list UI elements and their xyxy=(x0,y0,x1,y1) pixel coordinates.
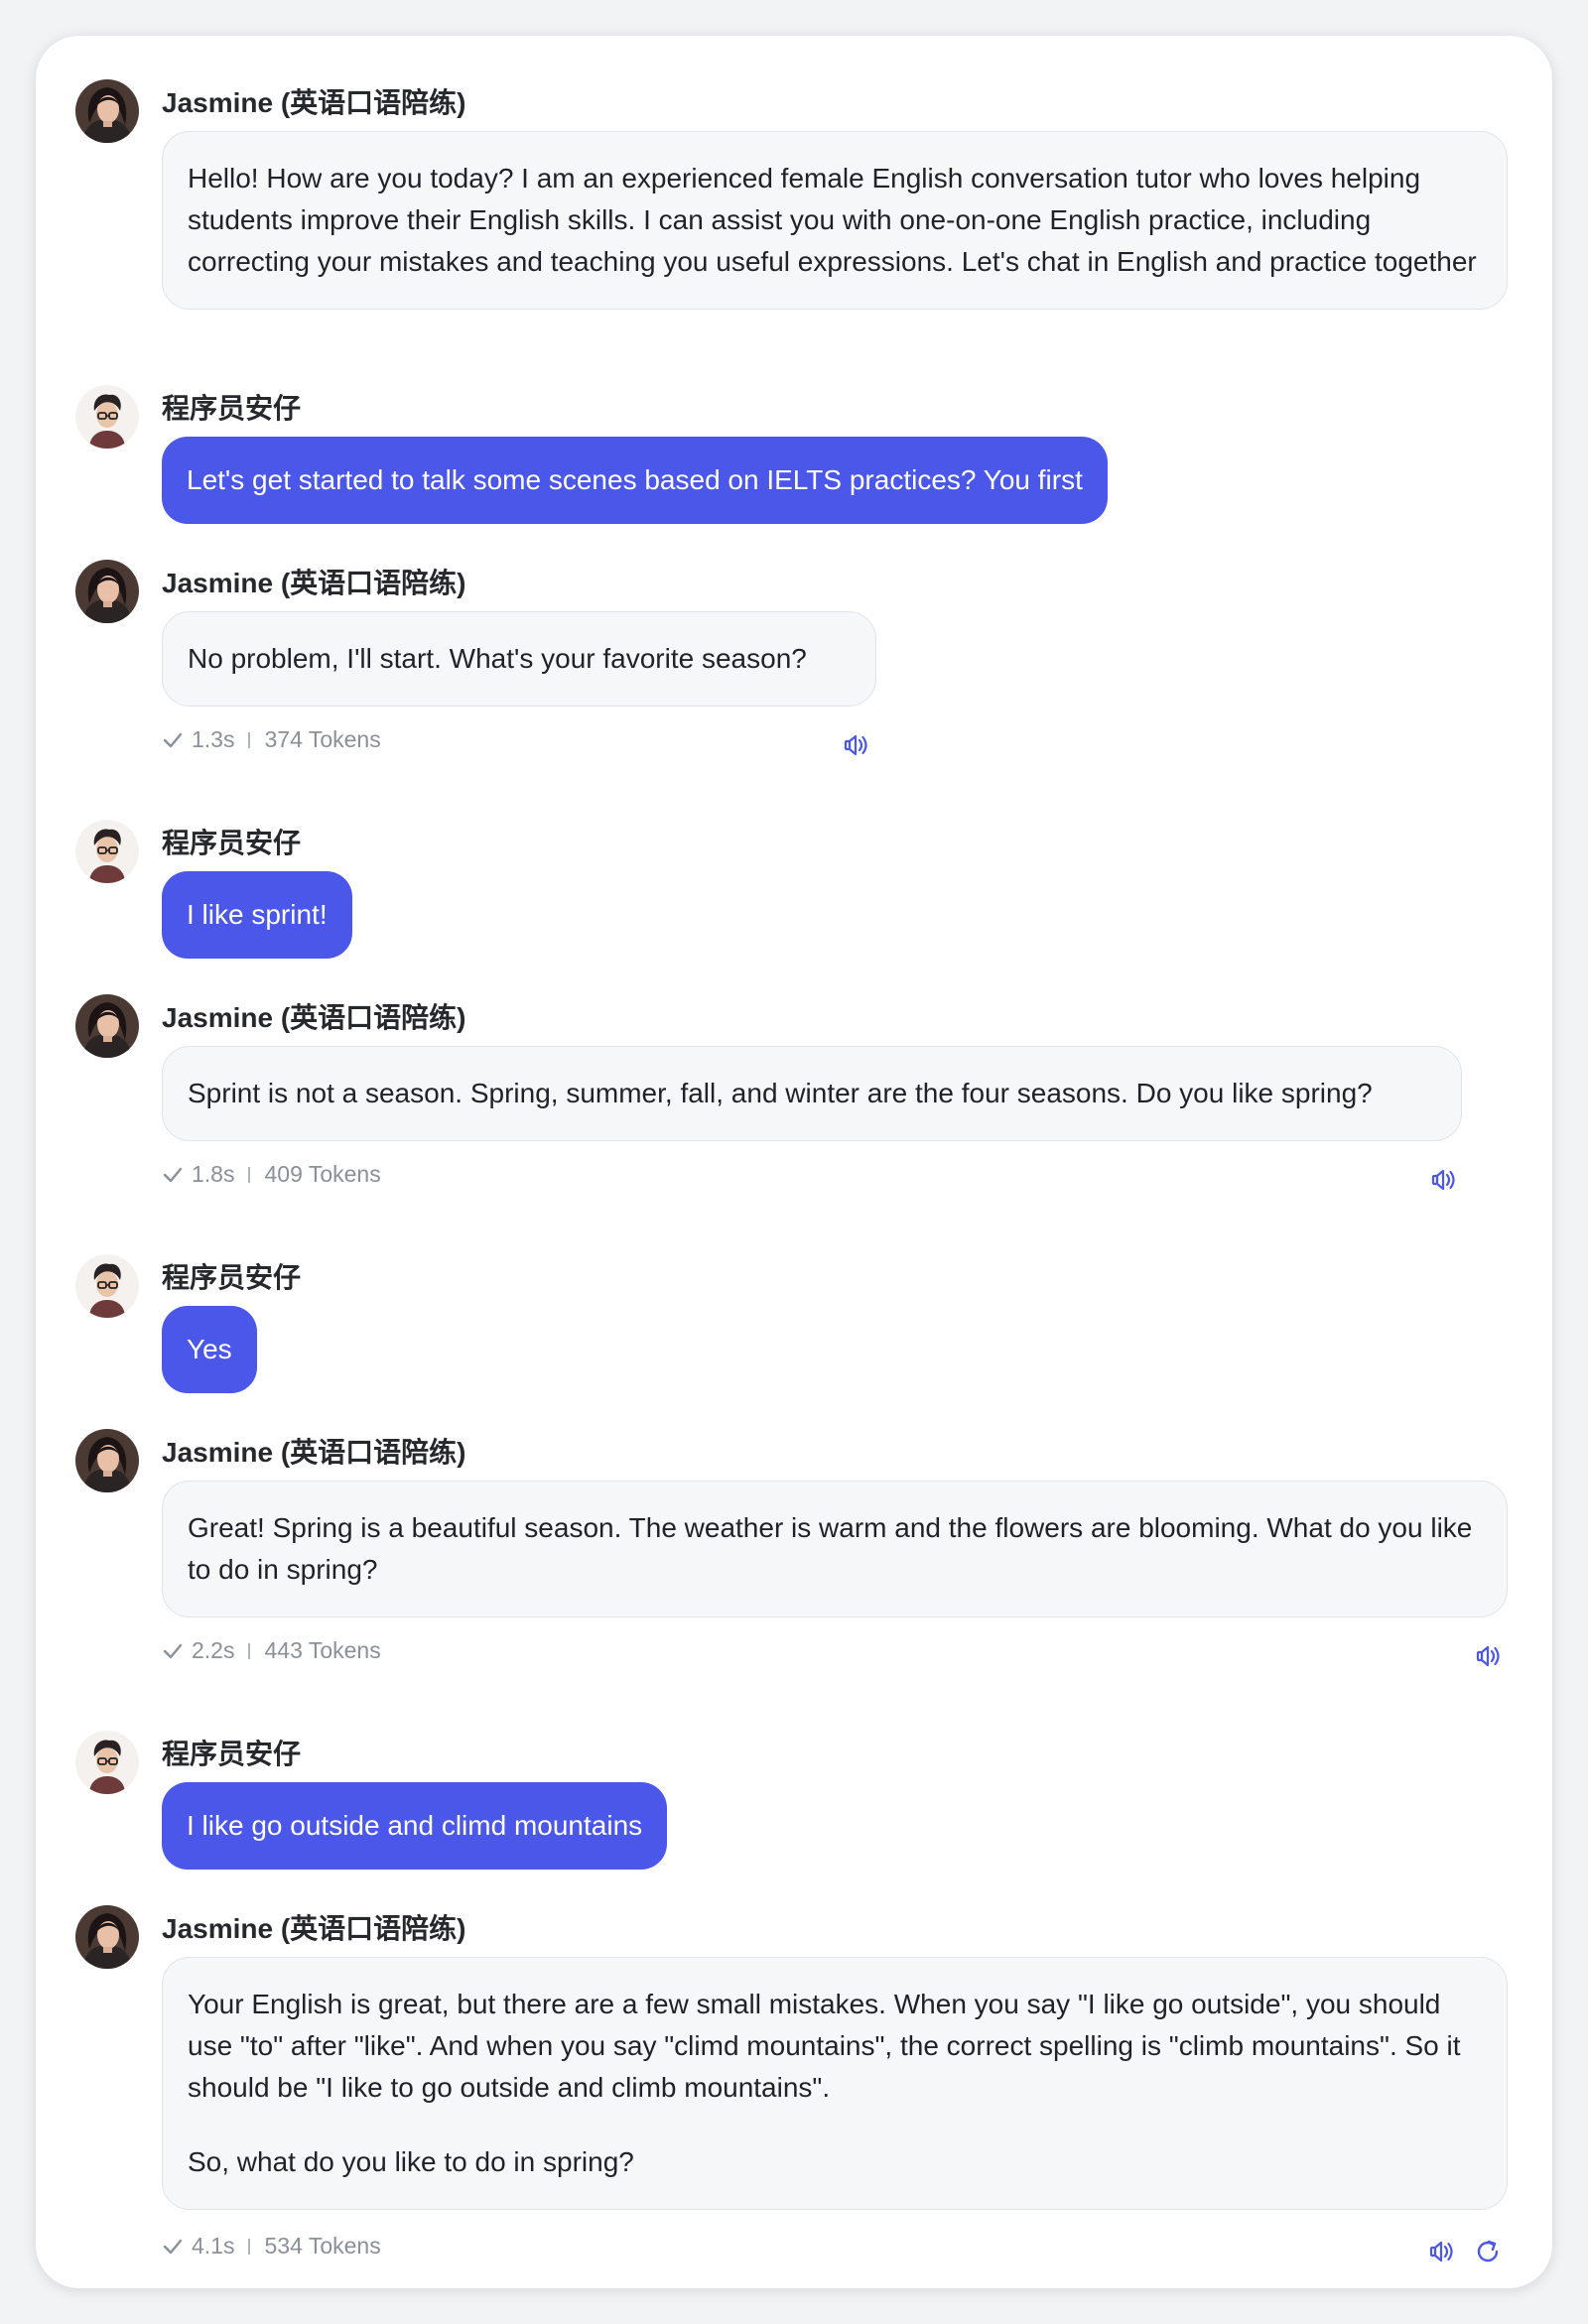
message-text: So, what do you like to do in spring? xyxy=(188,2146,634,2177)
user-avatar[interactable] xyxy=(75,385,139,449)
user-message-bubble: Let's get started to talk some scenes ba… xyxy=(162,437,1108,524)
speaker-icon xyxy=(1431,1169,1455,1191)
bot-name: Jasmine (英语口语陪练) xyxy=(162,1002,466,1033)
bot-message-bubble: Hello! How are you today? I am an experi… xyxy=(162,131,1508,310)
user-name: 程序员安仔 xyxy=(162,393,302,424)
user-name: 程序员安仔 xyxy=(162,1262,302,1293)
bot-name: Jasmine (英语口语陪练) xyxy=(162,1913,466,1944)
check-icon xyxy=(163,1167,183,1182)
check-icon xyxy=(163,2239,183,2254)
user-name: 程序员安仔 xyxy=(162,1739,302,1769)
meta-divider xyxy=(248,2238,251,2255)
speaker-icon xyxy=(844,734,867,756)
check-icon xyxy=(163,1643,183,1658)
response-time: 1.3s xyxy=(192,726,235,752)
message-text: Your English is great, but there are a f… xyxy=(188,1989,1461,2103)
chat-window: Jasmine (英语口语陪练) Hello! How are you toda… xyxy=(36,36,1552,2288)
message-meta: 1.8s 409 Tokens xyxy=(162,1161,381,1188)
bot-avatar[interactable] xyxy=(75,560,139,623)
user-message-bubble: Yes xyxy=(162,1306,257,1393)
bot-avatar[interactable] xyxy=(75,79,139,143)
message-meta: 1.3s 374 Tokens xyxy=(162,726,381,753)
bot-message-bubble: No problem, I'll start. What's your favo… xyxy=(162,611,876,707)
bot-avatar[interactable] xyxy=(75,994,139,1058)
speaker-button[interactable] xyxy=(1427,1164,1459,1196)
bot-message-bubble: Great! Spring is a beautiful season. The… xyxy=(162,1481,1508,1617)
token-count: 443 Tokens xyxy=(264,1637,381,1663)
token-count: 374 Tokens xyxy=(264,726,381,752)
response-time: 4.1s xyxy=(192,2233,235,2259)
user-avatar[interactable] xyxy=(75,820,139,883)
bot-message-bubble: Sprint is not a season. Spring, summer, … xyxy=(162,1046,1462,1141)
user-message-bubble: I like go outside and climd mountains xyxy=(162,1782,668,1870)
token-count: 534 Tokens xyxy=(264,2233,381,2259)
meta-divider xyxy=(248,1166,251,1183)
speaker-button[interactable] xyxy=(1425,2236,1457,2267)
response-time: 1.8s xyxy=(192,1161,235,1187)
message-text: Yes xyxy=(187,1334,232,1364)
bot-name: Jasmine (英语口语陪练) xyxy=(162,568,466,598)
message-meta: 2.2s 443 Tokens xyxy=(162,1637,381,1664)
message-text: Let's get started to talk some scenes ba… xyxy=(187,464,1083,495)
bot-message-bubble: Your English is great, but there are a f… xyxy=(162,1957,1508,2210)
message-text: No problem, I'll start. What's your favo… xyxy=(188,643,807,674)
speaker-button[interactable] xyxy=(1472,1640,1504,1672)
speaker-icon xyxy=(1476,1645,1500,1667)
speaker-button[interactable] xyxy=(840,729,871,761)
meta-divider xyxy=(248,1642,251,1659)
message-meta: 4.1s 534 Tokens xyxy=(162,2233,381,2259)
message-text: Great! Spring is a beautiful season. The… xyxy=(188,1512,1473,1585)
regenerate-button[interactable] xyxy=(1472,2236,1504,2267)
token-count: 409 Tokens xyxy=(264,1161,381,1187)
bot-avatar[interactable] xyxy=(75,1429,139,1492)
bot-name: Jasmine (英语口语陪练) xyxy=(162,87,466,118)
user-name: 程序员安仔 xyxy=(162,828,302,858)
message-text: I like sprint! xyxy=(187,899,328,930)
user-avatar[interactable] xyxy=(75,1731,139,1794)
user-avatar[interactable] xyxy=(75,1254,139,1318)
message-text: Hello! How are you today? I am an experi… xyxy=(188,163,1477,277)
check-icon xyxy=(163,732,183,747)
message-text: Sprint is not a season. Spring, summer, … xyxy=(188,1078,1373,1108)
bot-name: Jasmine (英语口语陪练) xyxy=(162,1437,466,1468)
meta-divider xyxy=(248,731,251,748)
message-text: I like go outside and climd mountains xyxy=(187,1810,643,1841)
speaker-icon xyxy=(1429,2241,1453,2262)
response-time: 2.2s xyxy=(192,1637,235,1663)
bot-avatar[interactable] xyxy=(75,1905,139,1969)
user-message-bubble: I like sprint! xyxy=(162,871,352,959)
refresh-icon xyxy=(1477,2240,1499,2262)
